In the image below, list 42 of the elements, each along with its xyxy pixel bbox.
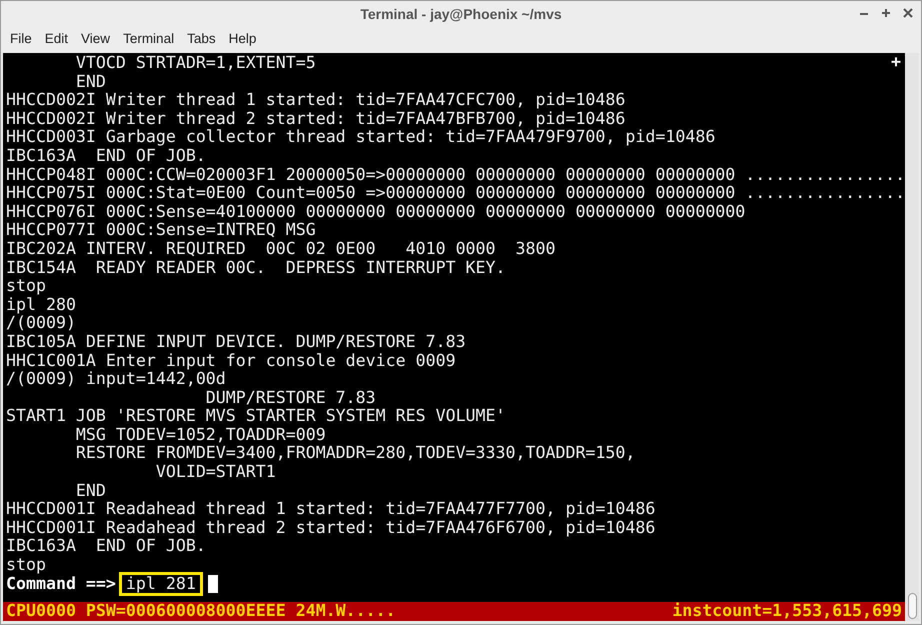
menu-item[interactable]: File bbox=[10, 29, 32, 50]
menu-item[interactable]: Tabs bbox=[187, 29, 216, 50]
terminal-line: IBC105A DEFINE INPUT DEVICE. DUMP/RESTORE 7.83 bbox=[6, 332, 466, 352]
terminal-line: IBC202A INTERV. REQUIRED 00C 02 0E00 4010 0000 3800 bbox=[6, 240, 556, 259]
command-prompt: Command ==> bbox=[6, 574, 116, 594]
terminal-line: HHCCD001I Readahead thread 1 started: tid=7FAA477F7700, pid=10486 bbox=[6, 500, 656, 519]
status-right: instcount=1,553,615,699 bbox=[672, 602, 902, 621]
terminal-line: HHCCP048I 000C:CCW=020003F1 20000050=>00000000 00000000 00000000 00000000 ................ bbox=[6, 166, 905, 184]
terminal-line: ipl 280 bbox=[6, 296, 76, 314]
scrollbar-thumb[interactable] bbox=[908, 593, 916, 619]
menu-item[interactable]: Terminal bbox=[123, 29, 174, 50]
terminal-line: END bbox=[74, 482, 106, 500]
terminal-line: /(0009) input=1442,00d bbox=[6, 370, 226, 389]
terminal-line: IBC163A END OF JOB. bbox=[6, 146, 206, 166]
terminal-line: HHCCD002I Writer thread 1 started: tid=7FAA47CFC700, pid=10486 bbox=[6, 91, 626, 110]
menu-item[interactable]: Help bbox=[228, 29, 256, 50]
terminal-line: HHCCP076I 000C:Sense=40100000 00000000 00000000 00000000 00000000 00000000 bbox=[6, 202, 746, 222]
terminal-line: IBC163A END OF JOB. bbox=[6, 537, 206, 556]
menu-item[interactable]: Edit bbox=[44, 29, 68, 50]
terminal-line: MSG TODEV=1052,TOADDR=009 bbox=[74, 426, 326, 444]
terminal-line: HHCCD003I Garbage collector thread started: tid=7FAA479F9700, pid=10486 bbox=[6, 128, 716, 147]
terminal-line: VOLID=START1 bbox=[154, 463, 276, 482]
terminal-line: RESTORE FROMDEV=3400,FROMADDR=280,TODEV=3330,TOADDR=150, bbox=[74, 444, 636, 464]
terminal-line: HHCCP075I 000C:Stat=0E00 Count=0050 =>00000000 00000000 00000000 00000000 ................ bbox=[6, 184, 905, 203]
terminal-line: HHCCD001I Readahead thread 2 started: tid=7FAA476F6700, pid=10486 bbox=[6, 518, 656, 538]
terminal-line: START1 JOB 'RESTORE MVS STARTER SYSTEM RES VOLUME' bbox=[6, 407, 506, 426]
window-title: Terminal - jay@Phoenix ~/mvs bbox=[360, 5, 562, 24]
terminal-line: HHCCD002I Writer thread 2 started: tid=7FAA47BFB700, pid=10486 bbox=[6, 110, 626, 128]
terminal-line: stop bbox=[6, 277, 46, 296]
menu-item[interactable]: View bbox=[81, 29, 110, 50]
terminal-marker: + bbox=[891, 53, 901, 72]
cursor-block bbox=[208, 574, 218, 593]
terminal-line: stop bbox=[6, 556, 46, 575]
terminal-line: IBC154A READY READER 00C. DEPRESS INTERRUPT KEY. bbox=[6, 258, 506, 278]
terminal-line: HHCCP077I 000C:Sense=INTREQ MSG bbox=[6, 221, 316, 240]
terminal-line: HHC1C001A Enter input for console device 0009 bbox=[6, 352, 456, 370]
terminal-line: DUMP/RESTORE 7.83 bbox=[204, 388, 376, 408]
terminal-line: /(0009) bbox=[6, 314, 76, 333]
terminal-line: END bbox=[74, 72, 106, 92]
command-input[interactable]: ipl 281 bbox=[122, 574, 200, 594]
terminal-line: VTOCD STRTADR=1,EXTENT=5 bbox=[74, 54, 316, 73]
status-left: CPU0000 PSW=000600008000EEEE 24M.W..... bbox=[6, 602, 396, 621]
